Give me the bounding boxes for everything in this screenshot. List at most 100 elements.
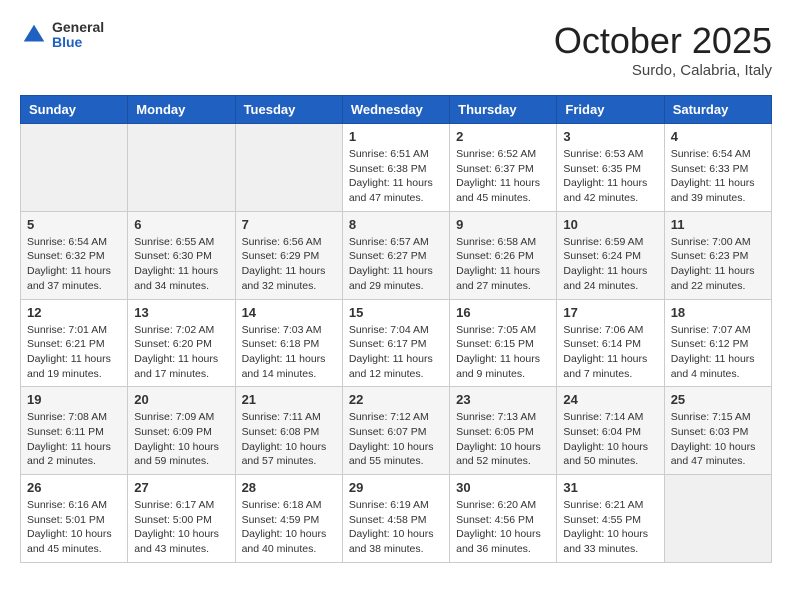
column-header-friday: Friday	[557, 96, 664, 124]
logo-general: General	[52, 20, 104, 35]
calendar-cell: 31 Sunrise: 6:21 AM Sunset: 4:55 PM Dayli…	[557, 475, 664, 563]
day-info: Sunrise: 6:54 AM Sunset: 6:32 PM Dayligh…	[27, 235, 121, 294]
day-info: Sunrise: 7:14 AM Sunset: 6:04 PM Dayligh…	[563, 410, 657, 469]
calendar-week-3: 12Sunrise: 7:01 AM Sunset: 6:21 PM Dayli…	[21, 299, 772, 387]
calendar-cell: 9Sunrise: 6:58 AM Sunset: 6:26 PM Daylig…	[450, 211, 557, 299]
day-info: Sunrise: 7:08 AM Sunset: 6:11 PM Dayligh…	[27, 410, 121, 469]
day-info: Sunrise: 7:11 AM Sunset: 6:08 PM Dayligh…	[242, 410, 336, 469]
day-info: Sunrise: 7:13 AM Sunset: 6:05 PM Dayligh…	[456, 410, 550, 469]
calendar-cell: 14Sunrise: 7:03 AM Sunset: 6:18 PM Dayli…	[235, 299, 342, 387]
day-number: 15	[349, 305, 443, 320]
day-number: 12	[27, 305, 121, 320]
day-number: 6	[134, 217, 228, 232]
day-number: 10	[563, 217, 657, 232]
page-header: General Blue October 2025 Surdo, Calabri…	[20, 20, 772, 79]
calendar-cell: 28 Sunrise: 6:18 AM Sunset: 4:59 PM Dayli…	[235, 475, 342, 563]
column-header-wednesday: Wednesday	[342, 96, 449, 124]
day-number: 1	[349, 129, 443, 144]
calendar-cell: 7 Sunrise: 6:56 AM Sunset: 6:29 PM Daylig…	[235, 211, 342, 299]
calendar-cell: 8 Sunrise: 6:57 AM Sunset: 6:27 PM Daylig…	[342, 211, 449, 299]
day-info: Sunrise: 6:55 AM Sunset: 6:30 PM Dayligh…	[134, 235, 228, 294]
day-number: 25	[671, 392, 765, 407]
day-info: Sunrise: 6:52 AM Sunset: 6:37 PM Dayligh…	[456, 147, 550, 206]
day-info: Sunrise: 6:59 AM Sunset: 6:24 PM Dayligh…	[563, 235, 657, 294]
day-info: Sunrise: 7:02 AM Sunset: 6:20 PM Dayligh…	[134, 323, 228, 382]
column-header-saturday: Saturday	[664, 96, 771, 124]
day-number: 27	[134, 480, 228, 495]
day-number: 3	[563, 129, 657, 144]
location-subtitle: Surdo, Calabria, Italy	[554, 62, 772, 79]
calendar-cell: 18Sunrise: 7:07 AM Sunset: 6:12 PM Dayli…	[664, 299, 771, 387]
day-number: 26	[27, 480, 121, 495]
column-header-thursday: Thursday	[450, 96, 557, 124]
day-number: 30	[456, 480, 550, 495]
day-info: Sunrise: 6:18 AM Sunset: 4:59 PM Dayligh…	[242, 498, 336, 557]
logo-icon	[20, 21, 48, 49]
calendar-cell: 26 Sunrise: 6:16 AM Sunset: 5:01 PM Dayli…	[21, 475, 128, 563]
calendar-cell	[21, 124, 128, 212]
day-number: 17	[563, 305, 657, 320]
calendar-cell: 22 Sunrise: 7:12 AM Sunset: 6:07 PM Dayli…	[342, 387, 449, 475]
calendar-cell: 1Sunrise: 6:51 AM Sunset: 6:38 PM Daylig…	[342, 124, 449, 212]
day-number: 13	[134, 305, 228, 320]
day-number: 20	[134, 392, 228, 407]
calendar-cell: 23 Sunrise: 7:13 AM Sunset: 6:05 PM Dayli…	[450, 387, 557, 475]
calendar-week-1: 1Sunrise: 6:51 AM Sunset: 6:38 PM Daylig…	[21, 124, 772, 212]
calendar-cell: 20 Sunrise: 7:09 AM Sunset: 6:09 PM Dayli…	[128, 387, 235, 475]
column-header-monday: Monday	[128, 96, 235, 124]
calendar-table: SundayMondayTuesdayWednesdayThursdayFrid…	[20, 95, 772, 563]
day-number: 2	[456, 129, 550, 144]
day-info: Sunrise: 6:54 AM Sunset: 6:33 PM Dayligh…	[671, 147, 765, 206]
calendar-cell: 10 Sunrise: 6:59 AM Sunset: 6:24 PM Dayli…	[557, 211, 664, 299]
calendar-week-2: 5 Sunrise: 6:54 AM Sunset: 6:32 PM Daylig…	[21, 211, 772, 299]
day-number: 22	[349, 392, 443, 407]
calendar-cell: 25 Sunrise: 7:15 AM Sunset: 6:03 PM Dayli…	[664, 387, 771, 475]
day-info: Sunrise: 6:56 AM Sunset: 6:29 PM Dayligh…	[242, 235, 336, 294]
calendar-cell: 6 Sunrise: 6:55 AM Sunset: 6:30 PM Daylig…	[128, 211, 235, 299]
day-number: 16	[456, 305, 550, 320]
calendar-cell: 5 Sunrise: 6:54 AM Sunset: 6:32 PM Daylig…	[21, 211, 128, 299]
day-number: 18	[671, 305, 765, 320]
day-number: 14	[242, 305, 336, 320]
day-info: Sunrise: 6:16 AM Sunset: 5:01 PM Dayligh…	[27, 498, 121, 557]
day-number: 31	[563, 480, 657, 495]
day-info: Sunrise: 7:12 AM Sunset: 6:07 PM Dayligh…	[349, 410, 443, 469]
calendar-cell: 13 Sunrise: 7:02 AM Sunset: 6:20 PM Dayli…	[128, 299, 235, 387]
day-number: 5	[27, 217, 121, 232]
title-block: October 2025 Surdo, Calabria, Italy	[554, 20, 772, 79]
day-info: Sunrise: 6:20 AM Sunset: 4:56 PM Dayligh…	[456, 498, 550, 557]
day-info: Sunrise: 7:15 AM Sunset: 6:03 PM Dayligh…	[671, 410, 765, 469]
day-info: Sunrise: 7:06 AM Sunset: 6:14 PM Dayligh…	[563, 323, 657, 382]
calendar-cell: 19 Sunrise: 7:08 AM Sunset: 6:11 PM Dayli…	[21, 387, 128, 475]
calendar-cell: 27Sunrise: 6:17 AM Sunset: 5:00 PM Dayli…	[128, 475, 235, 563]
day-number: 28	[242, 480, 336, 495]
calendar-cell: 21 Sunrise: 7:11 AM Sunset: 6:08 PM Dayli…	[235, 387, 342, 475]
calendar-week-5: 26 Sunrise: 6:16 AM Sunset: 5:01 PM Dayli…	[21, 475, 772, 563]
day-number: 19	[27, 392, 121, 407]
calendar-cell: 4Sunrise: 6:54 AM Sunset: 6:33 PM Daylig…	[664, 124, 771, 212]
calendar-cell: 30 Sunrise: 6:20 AM Sunset: 4:56 PM Dayli…	[450, 475, 557, 563]
day-number: 21	[242, 392, 336, 407]
day-number: 7	[242, 217, 336, 232]
calendar-cell: 12Sunrise: 7:01 AM Sunset: 6:21 PM Dayli…	[21, 299, 128, 387]
day-info: Sunrise: 6:21 AM Sunset: 4:55 PM Dayligh…	[563, 498, 657, 557]
calendar-cell: 3Sunrise: 6:53 AM Sunset: 6:35 PM Daylig…	[557, 124, 664, 212]
calendar-cell	[235, 124, 342, 212]
day-info: Sunrise: 6:19 AM Sunset: 4:58 PM Dayligh…	[349, 498, 443, 557]
day-info: Sunrise: 6:57 AM Sunset: 6:27 PM Dayligh…	[349, 235, 443, 294]
day-number: 9	[456, 217, 550, 232]
calendar-cell: 2 Sunrise: 6:52 AM Sunset: 6:37 PM Daylig…	[450, 124, 557, 212]
logo-text: General Blue	[52, 20, 104, 51]
day-number: 23	[456, 392, 550, 407]
day-info: Sunrise: 7:00 AM Sunset: 6:23 PM Dayligh…	[671, 235, 765, 294]
calendar-cell: 11 Sunrise: 7:00 AM Sunset: 6:23 PM Dayli…	[664, 211, 771, 299]
day-info: Sunrise: 7:05 AM Sunset: 6:15 PM Dayligh…	[456, 323, 550, 382]
calendar-cell: 15Sunrise: 7:04 AM Sunset: 6:17 PM Dayli…	[342, 299, 449, 387]
calendar-week-4: 19 Sunrise: 7:08 AM Sunset: 6:11 PM Dayli…	[21, 387, 772, 475]
day-info: Sunrise: 7:09 AM Sunset: 6:09 PM Dayligh…	[134, 410, 228, 469]
day-number: 8	[349, 217, 443, 232]
day-number: 11	[671, 217, 765, 232]
calendar-cell: 16 Sunrise: 7:05 AM Sunset: 6:15 PM Dayli…	[450, 299, 557, 387]
logo-blue: Blue	[52, 35, 104, 50]
calendar-header-row: SundayMondayTuesdayWednesdayThursdayFrid…	[21, 96, 772, 124]
